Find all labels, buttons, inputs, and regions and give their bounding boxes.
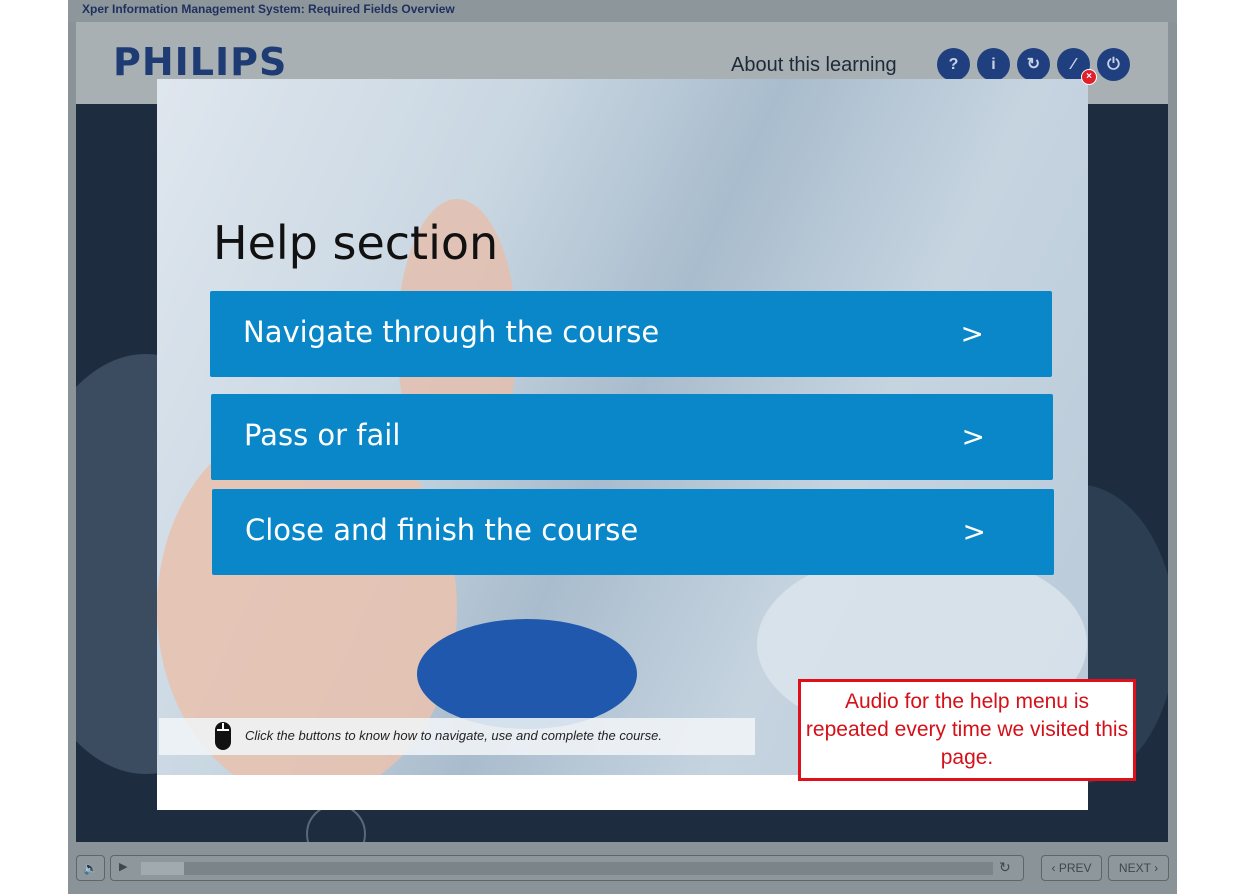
- help-icon[interactable]: ?: [937, 48, 970, 81]
- instruction-text: Click the buttons to know how to navigat…: [245, 728, 662, 743]
- mute-button[interactable]: 🔈: [76, 855, 105, 881]
- chevron-right-icon: ›: [1154, 861, 1159, 875]
- chevron-right-icon: >: [962, 515, 986, 548]
- progress-bar[interactable]: ▶ ↻: [110, 855, 1024, 881]
- philips-logo: PHILIPS: [113, 40, 288, 84]
- prev-button[interactable]: ‹ PREV: [1041, 855, 1102, 881]
- prev-label: PREV: [1058, 861, 1092, 875]
- chevron-right-icon: >: [961, 420, 985, 453]
- close-finish-course-button[interactable]: Close and finish the course >: [212, 489, 1054, 575]
- chevron-left-icon: ‹: [1051, 861, 1056, 875]
- pass-or-fail-button[interactable]: Pass or fail >: [211, 394, 1053, 480]
- info-icon[interactable]: i: [977, 48, 1010, 81]
- navigate-course-button[interactable]: Navigate through the course >: [210, 291, 1052, 377]
- window-title: Xper Information Management System: Requ…: [82, 2, 455, 16]
- replay-icon[interactable]: ↻: [999, 859, 1011, 876]
- close-finish-course-label: Close and finish the course: [245, 513, 639, 547]
- replay-icon[interactable]: ↻: [1017, 48, 1050, 81]
- help-section-title: Help section: [213, 216, 499, 270]
- photo-percent-circle-shape: [417, 619, 637, 729]
- instruction-hint: Click the buttons to know how to navigat…: [159, 718, 755, 755]
- play-icon[interactable]: ▶: [119, 860, 127, 873]
- power-icon[interactable]: ⏻: [1097, 48, 1130, 81]
- progress-track[interactable]: [141, 862, 993, 875]
- next-label: NEXT: [1118, 861, 1151, 875]
- next-button[interactable]: NEXT ›: [1108, 855, 1169, 881]
- close-modal-icon[interactable]: ×: [1081, 69, 1097, 85]
- title-bar: Xper Information Management System: Requ…: [68, 0, 1177, 22]
- annotation-callout: Audio for the help menu is repeated ever…: [798, 679, 1136, 781]
- navigate-course-label: Navigate through the course: [243, 315, 660, 349]
- chevron-right-icon: >: [960, 317, 984, 350]
- about-this-learning-link[interactable]: About this learning: [731, 54, 897, 77]
- progress-fill: [141, 862, 184, 875]
- pass-or-fail-label: Pass or fail: [244, 418, 401, 452]
- mouse-icon: [215, 722, 231, 750]
- player-controls: 🔈 ▶ ↻ ‹ PREV NEXT ›: [68, 842, 1177, 894]
